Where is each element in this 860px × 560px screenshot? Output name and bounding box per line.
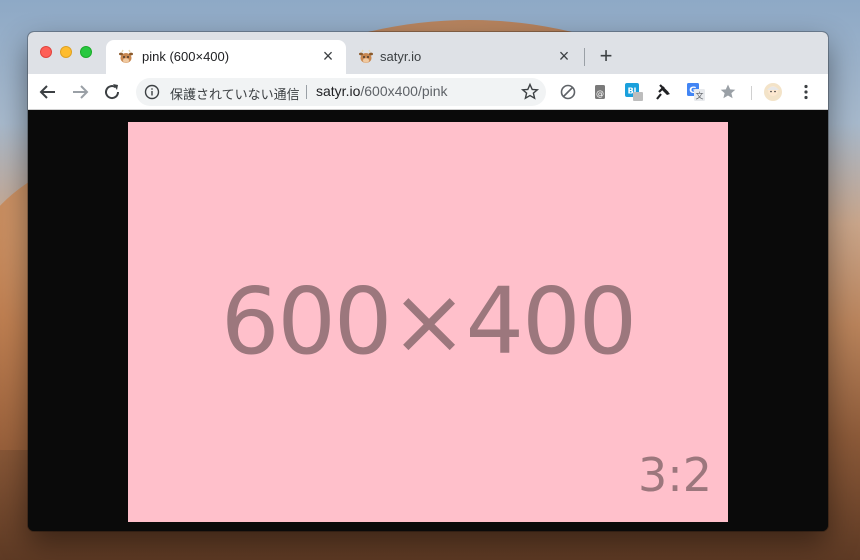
avatar[interactable] — [763, 82, 783, 102]
reload-icon[interactable] — [100, 80, 124, 104]
tab-satyr[interactable]: satyr.io × — [350, 40, 582, 74]
url-text[interactable]: satyr.io/600x400/pink — [316, 83, 448, 99]
svg-text:文: 文 — [696, 91, 704, 101]
window-maximize-button[interactable] — [80, 46, 92, 58]
url-host: satyr.io — [316, 83, 361, 99]
aspect-ratio-label: 3:2 — [637, 448, 712, 502]
security-status: 保護されていない通信 — [170, 87, 300, 102]
tab-strip: pink (600×400) × satyr.io × + — [28, 32, 828, 74]
page-viewport: 600×400 3:2 — [28, 110, 828, 531]
svg-text:@: @ — [596, 89, 604, 98]
tab-title: satyr.io — [380, 49, 422, 64]
bookmark-star-icon[interactable] — [520, 82, 540, 102]
address-bar[interactable]: 保護されていない通信 satyr.io/600x400/pink — [136, 78, 546, 106]
tab-close-button[interactable]: × — [554, 46, 574, 66]
tab-separator — [584, 48, 585, 66]
browser-window: pink (600×400) × satyr.io × + 保護されていない通信… — [28, 32, 828, 531]
tab-title: pink (600×400) — [142, 49, 230, 64]
window-close-button[interactable] — [40, 46, 52, 58]
star-extension-icon[interactable] — [718, 82, 738, 102]
new-tab-button[interactable]: + — [594, 45, 618, 69]
bl-extension-icon[interactable]: Bl — [624, 82, 644, 102]
tab-pink[interactable]: pink (600×400) × — [106, 40, 346, 74]
toolbar: 保護されていない通信 satyr.io/600x400/pink @ Bl G — [28, 74, 828, 110]
toolbar-divider — [751, 86, 752, 100]
back-arrow-icon[interactable] — [36, 80, 60, 104]
pin-icon[interactable] — [654, 82, 674, 102]
placeholder-image: 600×400 3:2 — [128, 122, 728, 522]
info-icon[interactable] — [144, 84, 160, 100]
block-icon[interactable] — [558, 82, 578, 102]
cow-favicon-icon — [119, 49, 133, 63]
url-path: /600x400/pink — [360, 83, 448, 99]
forward-arrow-icon[interactable] — [68, 80, 92, 104]
cow-favicon-icon — [359, 49, 373, 63]
clip-icon[interactable]: @ — [590, 82, 610, 102]
translate-icon[interactable]: G 文 — [686, 82, 706, 102]
more-menu-icon[interactable] — [796, 82, 816, 102]
window-minimize-button[interactable] — [60, 46, 72, 58]
url-separator — [306, 85, 307, 99]
tab-close-button[interactable]: × — [318, 46, 338, 66]
